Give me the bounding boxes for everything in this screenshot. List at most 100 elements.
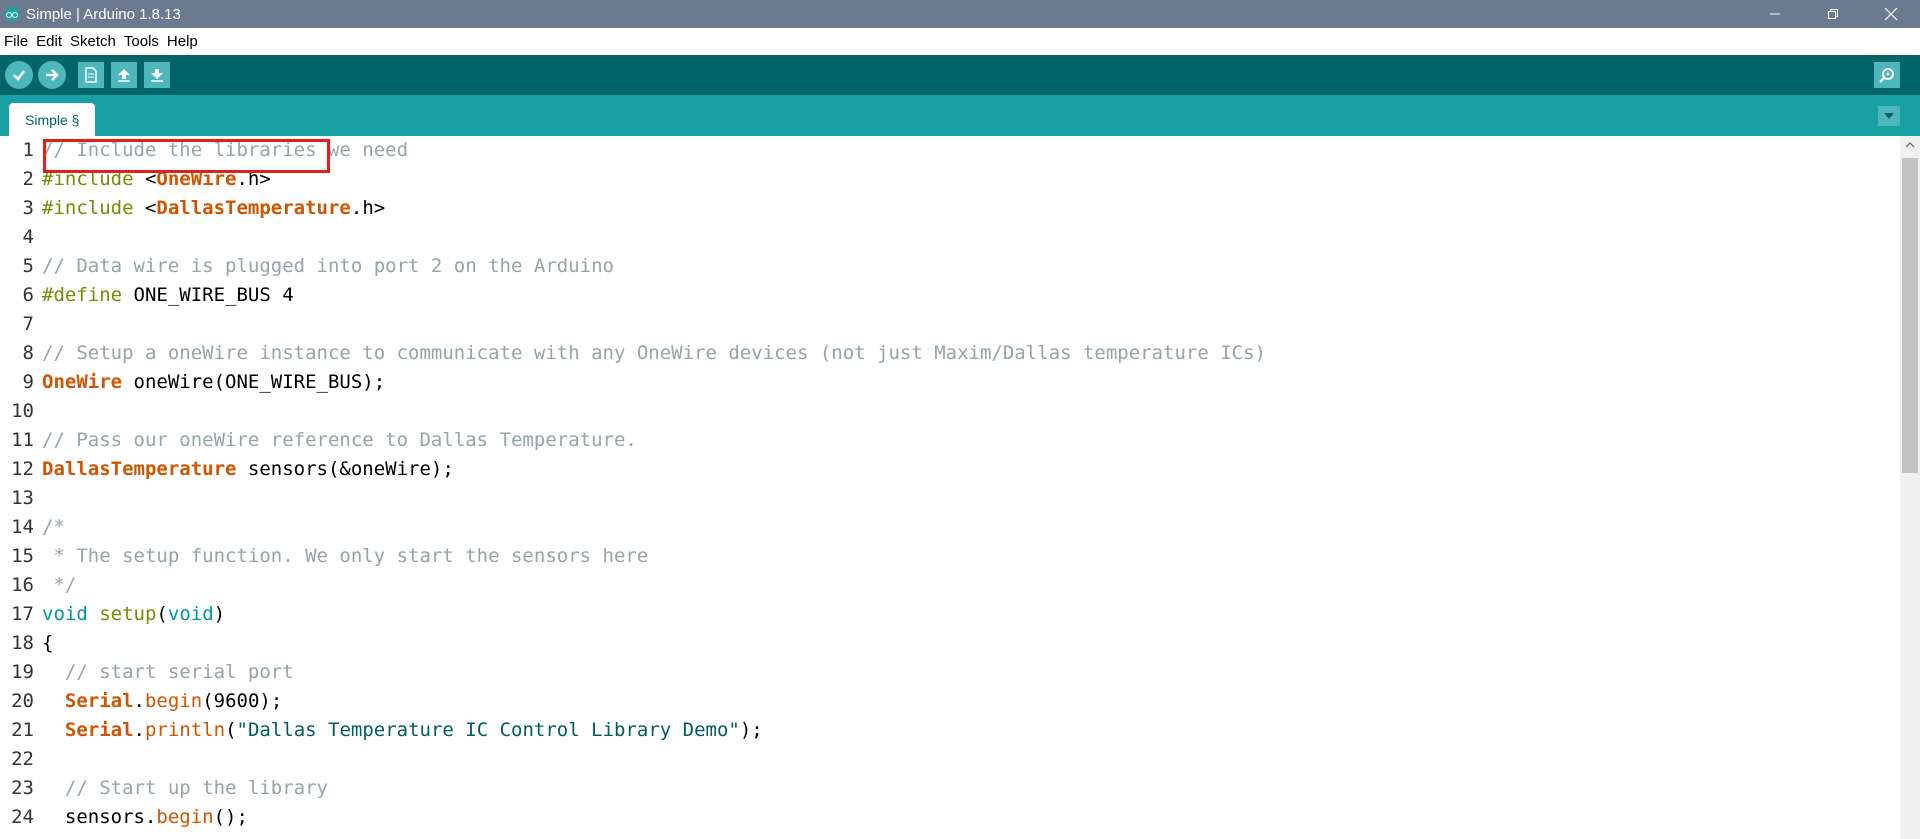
line-number: 19 — [11, 661, 34, 683]
code-token: ); — [739, 719, 763, 741]
code-token: */ — [42, 574, 77, 596]
code-area[interactable]: // Include the libraries we need #include… — [42, 136, 1900, 832]
code-line[interactable]: DallasTemperature sensors(&oneWire); — [42, 455, 1900, 484]
line-number: 12 — [11, 458, 34, 480]
restore-icon[interactable] — [1804, 0, 1862, 28]
code-line[interactable]: { — [42, 629, 1900, 658]
code-line[interactable]: #include <DallasTemperature.h> — [42, 194, 1900, 223]
code-line[interactable]: Serial.begin(9600); — [42, 687, 1900, 716]
menu-help[interactable]: Help — [163, 33, 202, 50]
line-number: 6 — [22, 284, 34, 306]
code-token: OneWire — [156, 168, 237, 190]
new-icon[interactable] — [78, 62, 104, 88]
menu-sketch[interactable]: Sketch — [66, 33, 120, 50]
code-token: // Start up the library — [42, 777, 328, 799]
code-line[interactable]: OneWire oneWire(ONE_WIRE_BUS); — [42, 368, 1900, 397]
menu-file[interactable]: File — [0, 33, 32, 50]
code-token: OneWire — [42, 371, 123, 393]
code-token: #include — [42, 168, 134, 190]
code-line[interactable]: // Pass our oneWire reference to Dallas … — [42, 426, 1900, 455]
code-line[interactable]: // start serial port — [42, 658, 1900, 687]
line-number: 16 — [11, 574, 34, 596]
window-controls — [1746, 0, 1920, 28]
code-line[interactable]: Serial.println("Dallas Temperature IC Co… — [42, 716, 1900, 745]
line-number: 8 — [22, 342, 34, 364]
minimize-icon[interactable] — [1746, 0, 1804, 28]
code-token: { — [42, 632, 54, 654]
code-line[interactable] — [42, 223, 1900, 252]
code-line[interactable]: // Include the libraries we need — [42, 136, 1900, 165]
code-token: // Setup a oneWire instance to communica… — [42, 342, 1266, 364]
close-icon[interactable] — [1862, 0, 1920, 28]
code-token: println — [144, 719, 226, 741]
code-token: * The setup function. We only start the … — [42, 545, 649, 567]
code-line[interactable] — [42, 484, 1900, 513]
code-token: /* — [42, 516, 65, 538]
code-line[interactable]: // Start up the library — [42, 774, 1900, 803]
scrollbar-thumb[interactable] — [1902, 158, 1918, 473]
code-token: < — [133, 168, 157, 190]
code-token: (); — [213, 806, 248, 828]
toolbar — [0, 55, 1920, 95]
line-number: 22 — [11, 748, 34, 770]
code-token: Serial — [64, 719, 134, 741]
code-line[interactable] — [42, 397, 1900, 426]
code-line[interactable]: #define ONE_WIRE_BUS 4 — [42, 281, 1900, 310]
line-number: 15 — [11, 545, 34, 567]
code-line[interactable]: sensors.begin(); — [42, 803, 1900, 832]
code-token: Serial — [64, 690, 134, 712]
save-icon[interactable] — [144, 62, 170, 88]
code-token: sensors. — [42, 806, 157, 828]
code-token: // Pass our oneWire reference to Dallas … — [42, 429, 637, 451]
code-line[interactable]: */ — [42, 571, 1900, 600]
tab-label: Simple § — [25, 111, 80, 128]
upload-icon[interactable] — [38, 61, 66, 89]
chevron-down-icon[interactable] — [1878, 106, 1900, 126]
code-line[interactable]: // Setup a oneWire instance to communica… — [42, 339, 1900, 368]
open-icon[interactable] — [111, 62, 137, 88]
tab-simple[interactable]: Simple § — [9, 103, 96, 136]
code-token: setup — [99, 603, 157, 625]
line-number: 13 — [11, 487, 34, 509]
line-number: 14 — [11, 516, 34, 538]
code-line[interactable]: void setup(void) — [42, 600, 1900, 629]
verify-icon[interactable] — [5, 61, 33, 89]
code-line[interactable] — [42, 310, 1900, 339]
code-token: ( — [225, 719, 237, 741]
code-token: .h> — [236, 168, 271, 190]
line-number: 5 — [22, 255, 34, 277]
code-token: sensors(&oneWire); — [236, 458, 454, 480]
line-number: 21 — [11, 719, 34, 741]
code-token: begin — [156, 806, 214, 828]
code-token: // Data wire is plugged into port 2 on t… — [42, 255, 614, 277]
code-token: DallasTemperature — [156, 197, 351, 219]
menu-tools[interactable]: Tools — [120, 33, 163, 50]
line-number: 24 — [11, 806, 34, 828]
code-line[interactable]: /* — [42, 513, 1900, 542]
code-token: < — [133, 197, 157, 219]
line-number: 18 — [11, 632, 34, 654]
code-line[interactable]: // Data wire is plugged into port 2 on t… — [42, 252, 1900, 281]
vertical-scrollbar[interactable] — [1900, 136, 1920, 839]
code-token: ( — [156, 603, 168, 625]
line-number-gutter: 1 2 3 4 5 6 7 8 9 10 11 12 13 14 15 16 17 18 19 20 21 22 23 24 — [0, 136, 36, 832]
code-token: . — [133, 719, 145, 741]
menu-bar: File Edit Sketch Tools Help — [0, 28, 1920, 56]
menu-edit[interactable]: Edit — [32, 33, 66, 50]
code-line[interactable]: #include <OneWire.h> — [42, 165, 1900, 194]
code-line[interactable] — [42, 745, 1900, 774]
code-token: #define — [42, 284, 123, 306]
code-line[interactable]: * The setup function. We only start the … — [42, 542, 1900, 571]
line-number: 23 — [11, 777, 34, 799]
line-number: 3 — [22, 197, 34, 219]
arduino-logo-icon — [5, 7, 19, 21]
code-token: // Include the libraries we need — [42, 139, 409, 161]
line-number: 1 — [22, 139, 34, 161]
scroll-up-icon[interactable] — [1900, 136, 1920, 154]
line-number: 11 — [11, 429, 34, 451]
code-token: .h> — [350, 197, 386, 219]
code-editor[interactable]: 1 2 3 4 5 6 7 8 9 10 11 12 13 14 15 16 17 18 19 20 21 22 23 24 … — [0, 136, 1900, 839]
serial-monitor-icon[interactable] — [1874, 62, 1900, 88]
